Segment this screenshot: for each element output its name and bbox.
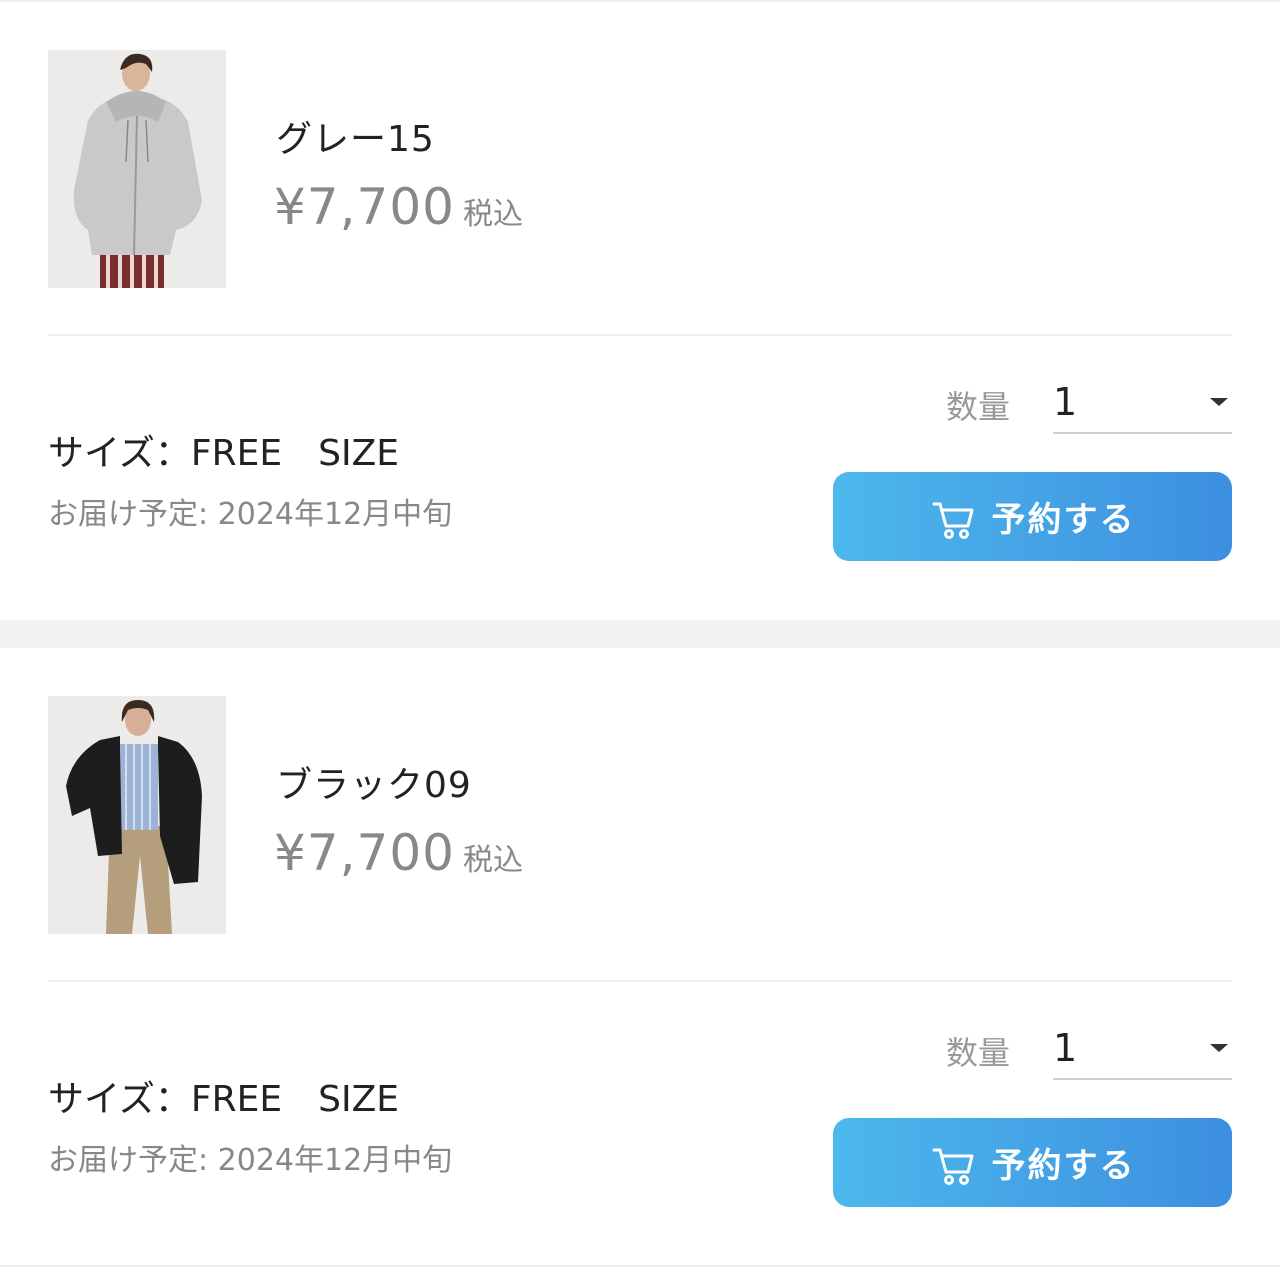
- reserve-button-label: 予約する: [991, 1147, 1136, 1185]
- quantity-select[interactable]: 1: [1053, 372, 1232, 434]
- bottom-border: [0, 1265, 1280, 1267]
- tax-included-label: 税込: [462, 843, 523, 878]
- section-divider: [48, 980, 1232, 982]
- size-label: サイズ：FREE SIZE: [48, 1079, 400, 1120]
- delivery-estimate: お届け予定: 2024年12月中旬: [48, 1143, 453, 1178]
- chevron-down-icon: [1210, 398, 1228, 406]
- price: ¥7,700: [274, 178, 455, 236]
- price-row: ¥7,700 税込: [274, 178, 523, 236]
- section-divider: [48, 334, 1232, 336]
- tax-included-label: 税込: [462, 197, 523, 232]
- quantity-label: 数量: [946, 1034, 1011, 1072]
- variant-color-name: ブラック09: [276, 765, 472, 806]
- reserve-button-label: 予約する: [991, 501, 1136, 539]
- reserve-button[interactable]: 予約する: [833, 1118, 1232, 1207]
- price-row: ¥7,700 税込: [274, 824, 523, 882]
- quantity-select[interactable]: 1: [1053, 1018, 1232, 1080]
- reserve-button[interactable]: 予約する: [833, 472, 1232, 561]
- model-gray-hoodie-image: [48, 50, 226, 288]
- product-thumbnail[interactable]: [48, 696, 226, 934]
- product-variant-card: グレー15 ¥7,700 税込 サイズ：FREE SIZE お届け予定: 2024…: [0, 2, 1280, 620]
- product-variant-card: ブラック09 ¥7,700 税込 サイズ：FREE SIZE お届け予定: 202…: [0, 648, 1280, 1267]
- price: ¥7,700: [274, 824, 455, 882]
- quantity-value: 1: [1053, 1026, 1078, 1070]
- card-separator: [0, 620, 1280, 648]
- cart-icon: [932, 1148, 973, 1185]
- variant-color-name: グレー15: [276, 119, 435, 160]
- size-label: サイズ：FREE SIZE: [48, 433, 400, 474]
- model-black-hoodie-image: [48, 696, 226, 934]
- quantity-label: 数量: [946, 388, 1011, 426]
- cart-icon: [932, 502, 973, 539]
- chevron-down-icon: [1210, 1044, 1228, 1052]
- delivery-estimate: お届け予定: 2024年12月中旬: [48, 497, 453, 532]
- product-thumbnail[interactable]: [48, 50, 226, 288]
- quantity-value: 1: [1053, 380, 1078, 424]
